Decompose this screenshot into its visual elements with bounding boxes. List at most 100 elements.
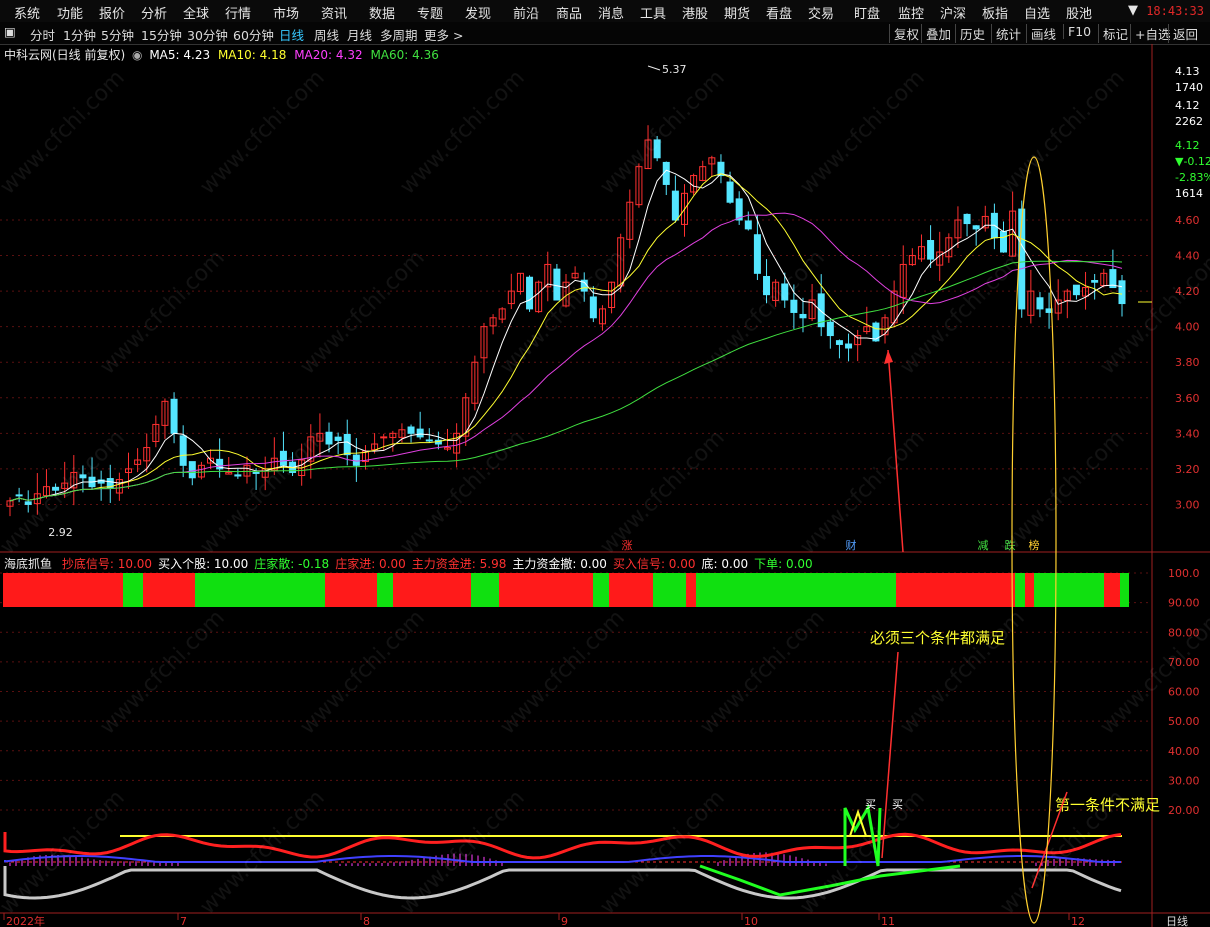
candle-body <box>279 450 287 466</box>
date-tick: 10 <box>744 915 758 927</box>
signal-band-segment <box>123 573 143 607</box>
candle-body <box>845 343 853 349</box>
quote-value: ▼-0.12 <box>1175 155 1210 168</box>
signal-band-segment <box>1015 573 1025 607</box>
candle-body <box>553 268 561 301</box>
candle-body <box>352 454 360 466</box>
candle-body <box>79 474 87 479</box>
signal-band-segment <box>1120 573 1129 607</box>
date-tick: 8 <box>363 915 370 927</box>
signal-band-segment <box>593 573 609 607</box>
date-tick: 11 <box>881 915 895 927</box>
candle-body <box>52 486 60 491</box>
signal-band-segment <box>325 573 377 607</box>
candle-body <box>325 431 333 445</box>
kline-chart[interactable]: 4.60 4.40 4.20 4.00 3.80 3.60 3.40 3.20 3.00 4.13… <box>0 0 1210 927</box>
date-tick: 7 <box>180 915 187 927</box>
candle-body <box>380 436 388 439</box>
price-tick: 4.00 <box>1175 321 1200 334</box>
quote-value: 1740 <box>1175 81 1203 94</box>
candle-body <box>1118 280 1126 305</box>
period-label: 日线 <box>1166 914 1188 927</box>
price-tick: 3.00 <box>1175 498 1200 511</box>
candle-body <box>234 474 242 477</box>
event-tag: 跌 <box>1005 538 1016 552</box>
sub-tick: 40.00 <box>1168 745 1200 758</box>
signal-band-segment <box>896 573 1015 607</box>
candle-body <box>15 494 23 497</box>
arrow-main <box>887 349 904 553</box>
sub-tick: 90.00 <box>1168 597 1200 610</box>
event-tag: 涨 <box>622 539 633 552</box>
candle-body <box>416 428 424 438</box>
blue-line <box>4 855 1121 863</box>
sub-tick: 100.0 <box>1168 567 1200 580</box>
signal-band-segment <box>143 573 195 607</box>
gray-line <box>3 866 1122 900</box>
candle-body <box>1072 284 1080 296</box>
date-tick: 9 <box>561 915 568 927</box>
candle-body <box>671 190 679 221</box>
signal-band-segment <box>1034 573 1104 607</box>
signal-band-segment <box>696 573 896 607</box>
signal-band-segment <box>3 573 123 607</box>
price-tick: 3.60 <box>1175 392 1200 405</box>
candle-body <box>179 435 187 466</box>
date-tick: 12 <box>1071 915 1085 927</box>
sub-tick: 70.00 <box>1168 656 1200 669</box>
high-pointer <box>647 65 661 71</box>
high-label: 5.37 <box>662 63 687 76</box>
price-tick: 3.80 <box>1175 356 1200 369</box>
quote-value: 2262 <box>1175 115 1203 128</box>
arrow-head-icon <box>884 350 893 364</box>
candle-body <box>653 139 661 159</box>
note-arrow <box>881 651 899 859</box>
signal-band-segment <box>377 573 393 607</box>
signal-band-segment <box>1025 573 1034 607</box>
candle-body <box>188 461 196 479</box>
ma20-line <box>9 212 1123 502</box>
event-tag: 榜 <box>1029 538 1040 552</box>
candle-body <box>425 439 433 442</box>
candle-body <box>790 299 798 313</box>
candle-body <box>726 181 734 203</box>
sub-tick: 80.00 <box>1168 626 1200 639</box>
price-tick: 3.40 <box>1175 427 1200 440</box>
signal-band-segment <box>393 573 471 607</box>
signal-band-segment <box>195 573 325 607</box>
candle-body <box>334 436 342 441</box>
candle-body <box>252 471 260 474</box>
candle-body <box>24 501 32 505</box>
candle-body <box>963 213 971 225</box>
candle-body <box>927 240 935 260</box>
price-tick: 3.20 <box>1175 463 1200 476</box>
candle-body <box>744 220 752 230</box>
event-tag: 减 <box>978 539 989 552</box>
candle-body <box>972 225 980 230</box>
candle-body <box>170 398 178 434</box>
note-first-condition: 第一条件不满足 <box>1055 796 1160 814</box>
sub-tick: 20.00 <box>1168 804 1200 817</box>
sub-tick: 60.00 <box>1168 686 1200 699</box>
candle-body <box>826 321 834 337</box>
candle-body <box>763 275 771 296</box>
quote-value: 4.12 <box>1175 99 1200 112</box>
candle-body <box>1091 280 1099 283</box>
candle-body <box>526 276 534 310</box>
candle-body <box>835 340 843 345</box>
candle-body <box>781 283 789 301</box>
signal-band-segment <box>609 573 653 607</box>
signal-band-segment <box>1104 573 1120 607</box>
candle-body <box>589 296 597 319</box>
sub-tick: 50.00 <box>1168 715 1200 728</box>
buy-label: 买 <box>865 798 876 811</box>
quote-value: 4.12 <box>1175 139 1200 152</box>
quote-value: 4.13 <box>1175 65 1200 78</box>
sub-tick: 30.00 <box>1168 774 1200 787</box>
low-label: 2.92 <box>48 526 73 539</box>
quote-value: 1614 <box>1175 187 1203 200</box>
price-tick: 4.20 <box>1175 285 1200 298</box>
date-tick: 2022年 <box>6 914 45 927</box>
candle-body <box>407 426 415 434</box>
candle-body <box>1000 230 1008 253</box>
